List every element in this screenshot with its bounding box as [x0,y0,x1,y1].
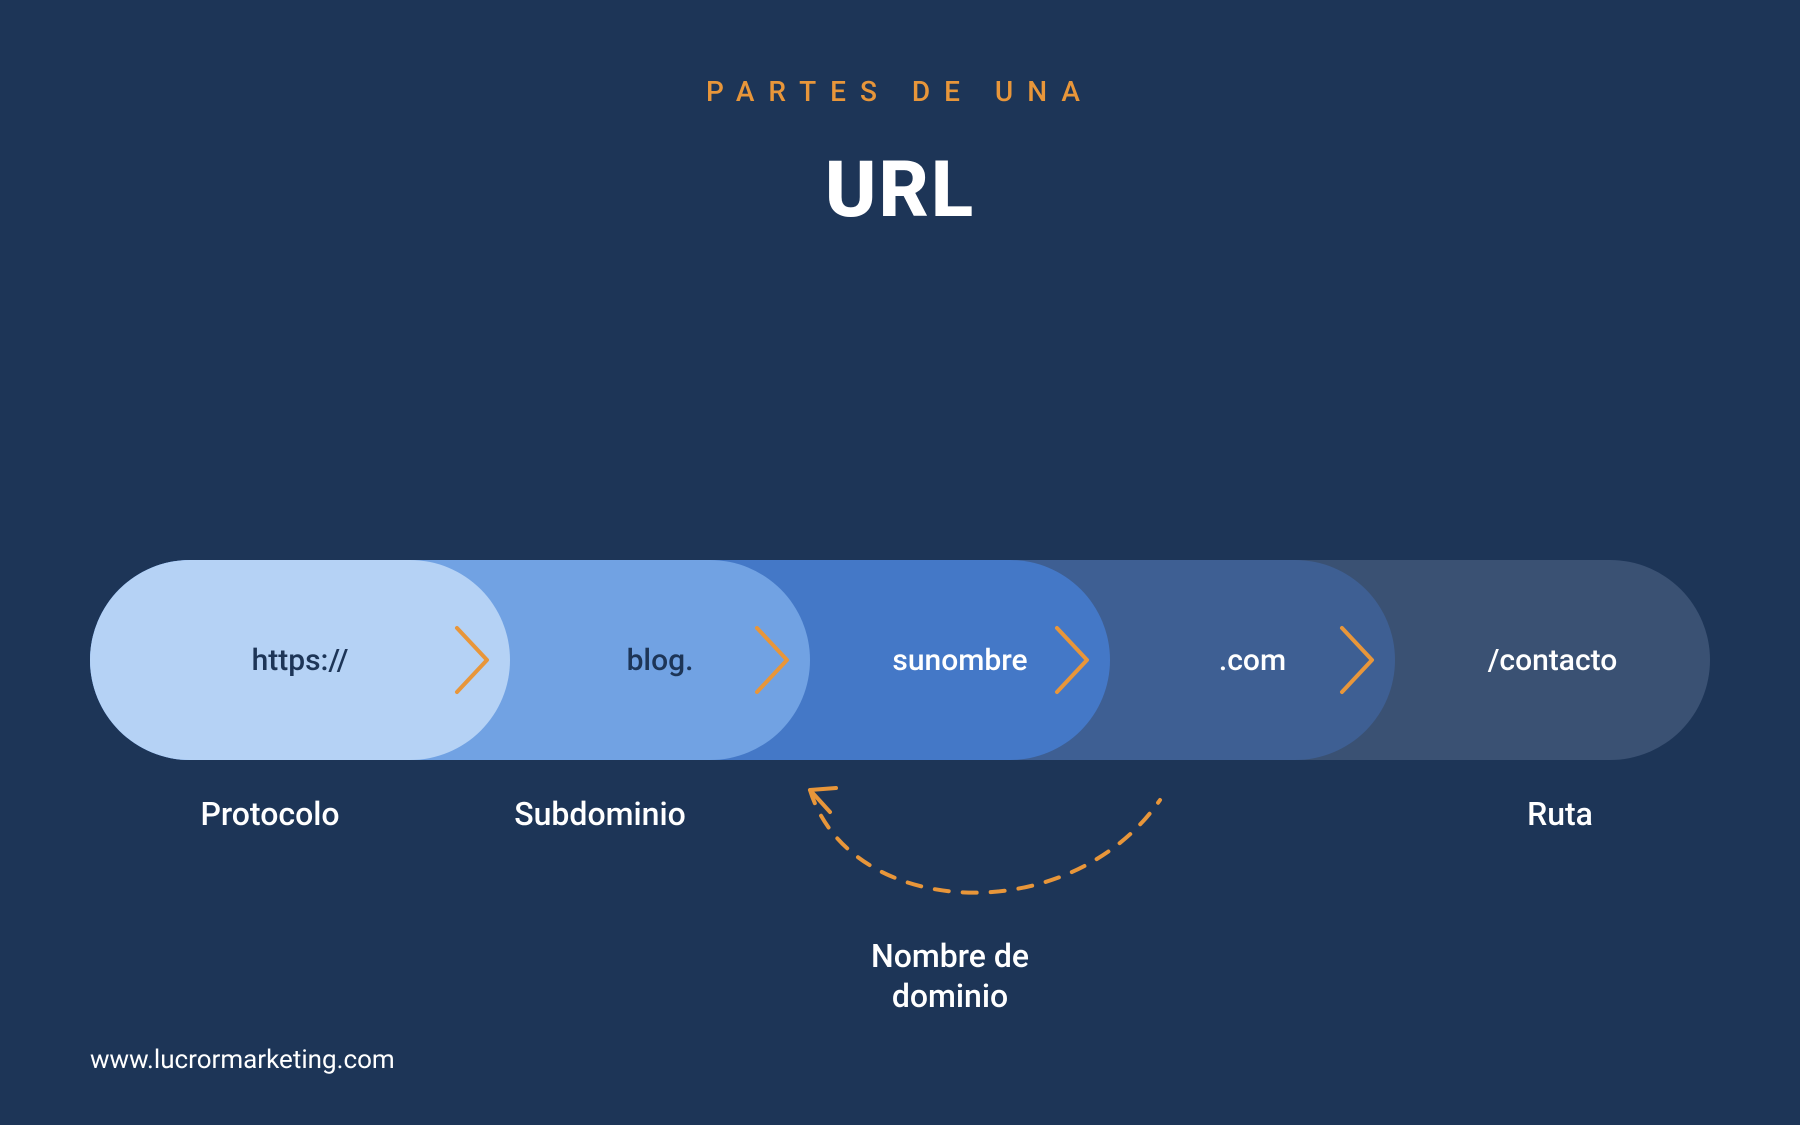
labels-row: Protocolo Subdominio Ruta [90,795,1710,855]
footer-credit: www.lucrormarketing.com [90,1045,395,1075]
url-parts-diagram: /contacto .com sunombre blog. https:// [90,560,1710,760]
label-path: Ruta [1410,795,1710,833]
pill-protocol: https:// [90,560,510,760]
pill-domain-text: sunombre [810,643,1110,678]
pill-tld-text: .com [1110,643,1395,678]
pill-subdomain-text: blog. [510,643,810,678]
subtitle-text: PARTES DE UNA [0,75,1800,108]
label-protocol: Protocolo [90,795,450,833]
label-domain-name: Nombre de dominio [810,936,1090,1016]
label-subdomain: Subdominio [420,795,780,833]
pill-protocol-text: https:// [90,643,510,678]
pill-path-text: /contacto [1395,643,1710,678]
title-text: URL [0,145,1800,236]
